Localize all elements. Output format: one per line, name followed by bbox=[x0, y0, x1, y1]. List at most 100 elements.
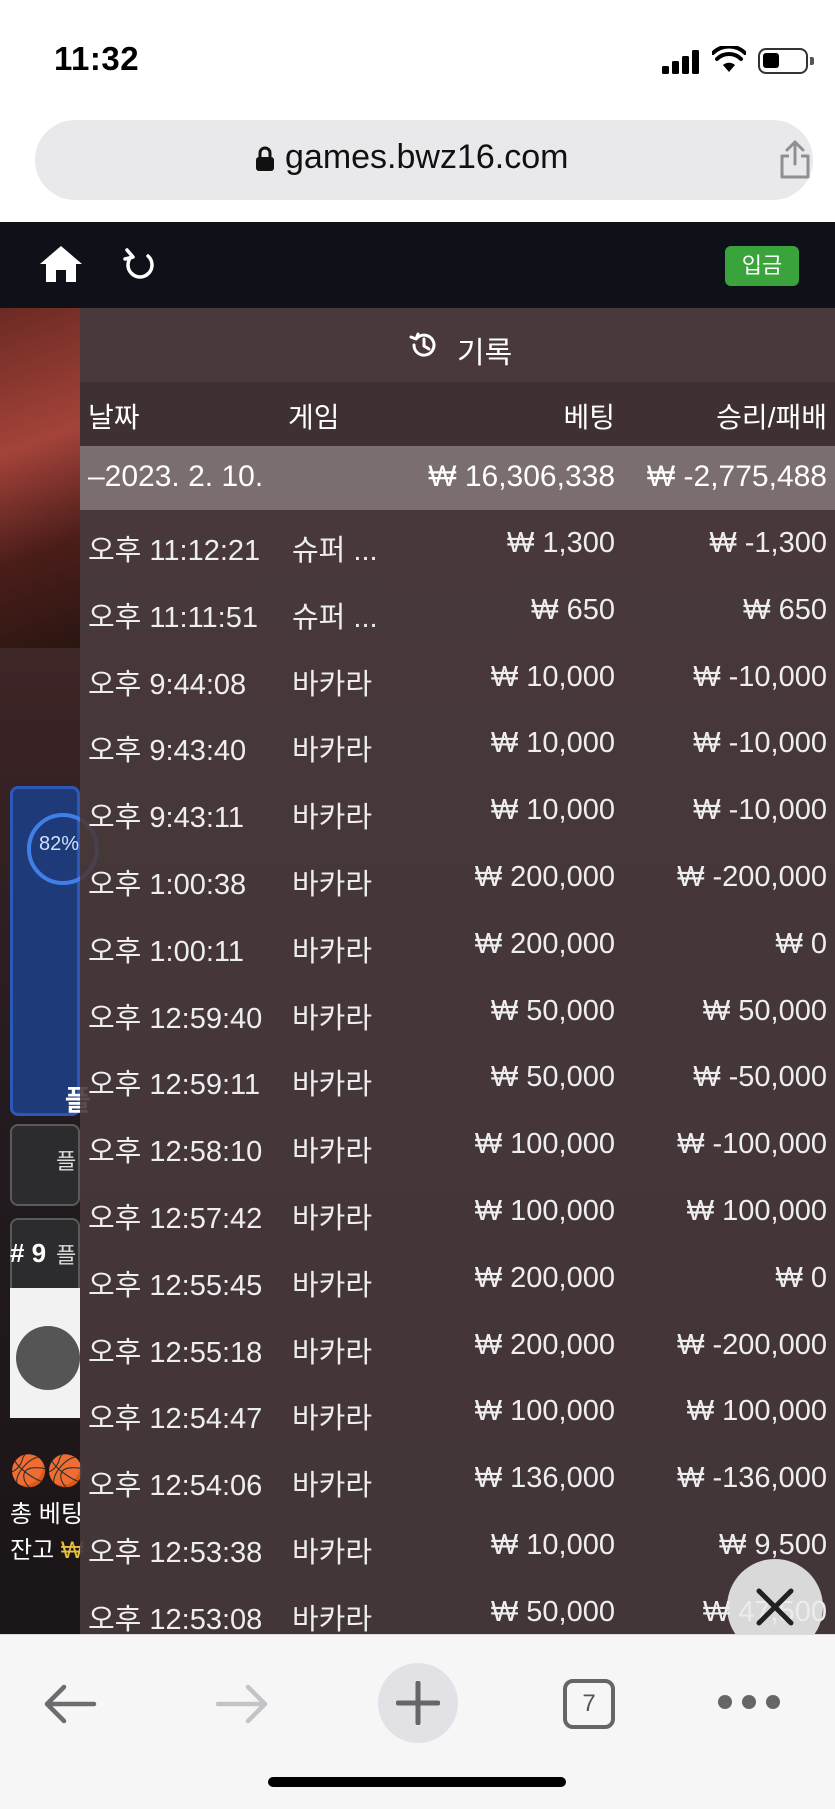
table-row[interactable]: 오후 1:00:38 바카라 ₩ 200,000 ₩ -200,000 bbox=[80, 844, 835, 911]
summary-date: –2023. 2. 10. bbox=[88, 460, 264, 493]
table-number: # 9 bbox=[10, 1238, 47, 1268]
row-bet: ₩ 650 bbox=[531, 593, 615, 626]
row-time: 오후 12:57:42 bbox=[88, 1202, 263, 1235]
share-icon[interactable] bbox=[777, 138, 813, 180]
table-row[interactable]: 오후 9:44:08 바카라 ₩ 10,000 ₩ -10,000 bbox=[80, 644, 835, 711]
table-row[interactable]: 오후 12:59:11 바카라 ₩ 50,000 ₩ -50,000 bbox=[80, 1044, 835, 1111]
road-board[interactable] bbox=[10, 1288, 80, 1418]
table-row[interactable]: 오후 12:55:45 바카라 ₩ 200,000 ₩ 0 bbox=[80, 1245, 835, 1312]
header-winloss: 승리/패배 bbox=[716, 402, 827, 433]
table-row[interactable]: 오후 12:55:18 바카라 ₩ 200,000 ₩ -200,000 bbox=[80, 1312, 835, 1379]
history-title: 기록 bbox=[457, 337, 513, 370]
new-tab-button[interactable] bbox=[378, 1663, 458, 1743]
row-time: 오후 11:11:51 bbox=[88, 601, 258, 634]
history-icon bbox=[409, 332, 436, 357]
more-icon[interactable] bbox=[718, 1695, 780, 1711]
table-row[interactable]: 오후 12:53:08바카라₩ 50,000₩ 47,500 bbox=[80, 1579, 835, 1634]
site-top-nav: 입금 bbox=[0, 222, 835, 308]
date-group-summary[interactable]: –2023. 2. 10. ₩ 16,306,338 ₩ -2,775,488 bbox=[80, 446, 835, 510]
balance-row: 잔고 ₩ bbox=[10, 1530, 84, 1565]
row-game: 바카라 bbox=[292, 1002, 373, 1035]
row-bet: ₩ 100,000 bbox=[474, 1395, 615, 1428]
signal-icon bbox=[662, 50, 702, 74]
summary-winloss: ₩ -2,775,488 bbox=[646, 460, 827, 493]
address-bar[interactable]: games.bwz16.com bbox=[35, 120, 813, 200]
tabs-icon[interactable]: 7 bbox=[563, 1679, 615, 1729]
wifi-icon bbox=[712, 46, 746, 72]
row-winloss: ₩ 100,000 bbox=[686, 1395, 827, 1428]
row-time: 오후 9:43:11 bbox=[88, 802, 245, 835]
row-bet: ₩ 10,000 bbox=[490, 660, 615, 693]
row-winloss: ₩ 0 bbox=[775, 1261, 827, 1294]
table-row[interactable]: 오후 12:59:40 바카라 ₩ 50,000 ₩ 50,000 bbox=[80, 978, 835, 1045]
dealer-video bbox=[0, 308, 80, 648]
history-rows: 오후 11:12:21 슈퍼 ... ₩ 1,300 ₩ -1,300 오후 11:11… bbox=[80, 510, 835, 1634]
header-game: 게임 bbox=[288, 402, 340, 433]
row-game: 바카라 bbox=[292, 1202, 373, 1235]
row-winloss: ₩ -100,000 bbox=[677, 1128, 827, 1161]
deposit-button[interactable]: 입금 bbox=[725, 246, 799, 286]
row-time: 오후 12:53:38 bbox=[88, 1536, 263, 1569]
url-text[interactable]: games.bwz16.com bbox=[285, 138, 568, 177]
history-title-bar: 기록 bbox=[80, 308, 835, 382]
row-winloss: ₩ 50,000 bbox=[702, 994, 827, 1027]
table-row[interactable]: 오후 12:54:47 바카라 ₩ 100,000 ₩ 100,000 bbox=[80, 1378, 835, 1445]
bet-button-1[interactable]: 플 bbox=[10, 1124, 80, 1206]
player-panel[interactable]: 82% 플 bbox=[10, 786, 99, 1116]
row-bet: ₩ 50,000 bbox=[490, 1061, 615, 1094]
table-header: 날짜 게임 베팅 승리/패배 bbox=[80, 382, 835, 446]
row-winloss: ₩ -10,000 bbox=[693, 727, 827, 760]
row-bet: ₩ 1,300 bbox=[507, 527, 615, 559]
row-bet: ₩ 10,000 bbox=[490, 727, 615, 760]
web-content: 입금 82% 플 플 플 # 9 🏀🏀 총 베팅 잔고 ₩ 기록 날짜 게임 베… bbox=[0, 222, 835, 1634]
table-row[interactable]: 오후 12:57:42 바카라 ₩ 100,000 ₩ 100,000 bbox=[80, 1178, 835, 1245]
row-winloss: ₩ -200,000 bbox=[677, 860, 827, 893]
row-time: 오후 12:59:11 bbox=[88, 1069, 261, 1102]
table-row[interactable]: 오후 12:58:10 바카라 ₩ 100,000 ₩ -100,000 bbox=[80, 1111, 835, 1178]
row-winloss: ₩ -1,300 bbox=[709, 527, 827, 559]
row-game: 바카라 bbox=[292, 1069, 373, 1102]
row-game: 바카라 bbox=[292, 802, 373, 835]
table-row[interactable]: 오후 12:54:06 바카라 ₩ 136,000 ₩ -136,000 bbox=[80, 1445, 835, 1512]
row-bet: ₩ 100,000 bbox=[474, 1128, 615, 1161]
forward-icon[interactable] bbox=[214, 1683, 270, 1725]
row-winloss: ₩ -136,000 bbox=[677, 1462, 827, 1495]
row-bet: ₩ 10,000 bbox=[490, 1528, 615, 1561]
row-bet: ₩ 100,000 bbox=[474, 1194, 615, 1227]
table-row[interactable]: 오후 11:12:21 슈퍼 ... ₩ 1,300 ₩ -1,300 bbox=[80, 510, 835, 577]
row-winloss: ₩ -10,000 bbox=[693, 794, 827, 827]
row-bet: ₩ 200,000 bbox=[474, 1261, 615, 1294]
table-row[interactable]: 오후 1:00:11 바카라 ₩ 200,000 ₩ 0 bbox=[80, 911, 835, 978]
table-row[interactable]: 오후 11:11:51 슈퍼 ... ₩ 650 ₩ 650 bbox=[80, 577, 835, 644]
row-winloss: ₩ -10,000 bbox=[693, 660, 827, 693]
row-game: 바카라 bbox=[292, 668, 373, 701]
row-winloss: ₩ 0 bbox=[775, 927, 827, 960]
row-bet: ₩ 200,000 bbox=[474, 860, 615, 893]
balance-label: 잔고 bbox=[10, 1537, 55, 1564]
header-bet: 베팅 bbox=[563, 402, 615, 433]
row-game: 슈퍼 ... bbox=[292, 601, 378, 634]
row-time: 오후 12:54:47 bbox=[88, 1403, 263, 1436]
progress-percent: 82% bbox=[39, 833, 80, 855]
row-time: 오후 1:00:38 bbox=[88, 868, 247, 901]
row-game: 슈퍼 ... bbox=[292, 535, 378, 567]
table-icon bbox=[16, 1326, 80, 1390]
row-winloss: ₩ -200,000 bbox=[677, 1328, 827, 1361]
row-game: 바카라 bbox=[292, 1136, 373, 1169]
row-bet: ₩ 10,000 bbox=[490, 794, 615, 827]
row-bet: ₩ 136,000 bbox=[474, 1462, 615, 1495]
row-time: 오후 9:44:08 bbox=[88, 668, 247, 701]
row-winloss: ₩ 100,000 bbox=[686, 1194, 827, 1227]
row-winloss: ₩ 9,500 bbox=[719, 1528, 827, 1561]
reload-icon[interactable] bbox=[122, 246, 156, 282]
row-game: 바카라 bbox=[292, 1336, 373, 1369]
row-game: 바카라 bbox=[292, 1536, 373, 1569]
battery-icon bbox=[758, 48, 814, 74]
back-icon[interactable] bbox=[42, 1683, 98, 1725]
home-icon[interactable] bbox=[38, 244, 84, 284]
table-row[interactable]: 오후 9:43:40 바카라 ₩ 10,000 ₩ -10,000 bbox=[80, 710, 835, 777]
table-row[interactable]: 오후 12:53:38 바카라 ₩ 10,000 ₩ 9,500 bbox=[80, 1512, 835, 1579]
row-winloss: ₩ 650 bbox=[743, 593, 827, 626]
table-row[interactable]: 오후 9:43:11 바카라 ₩ 10,000 ₩ -10,000 bbox=[80, 777, 835, 844]
row-bet: ₩ 50,000 bbox=[490, 994, 615, 1027]
